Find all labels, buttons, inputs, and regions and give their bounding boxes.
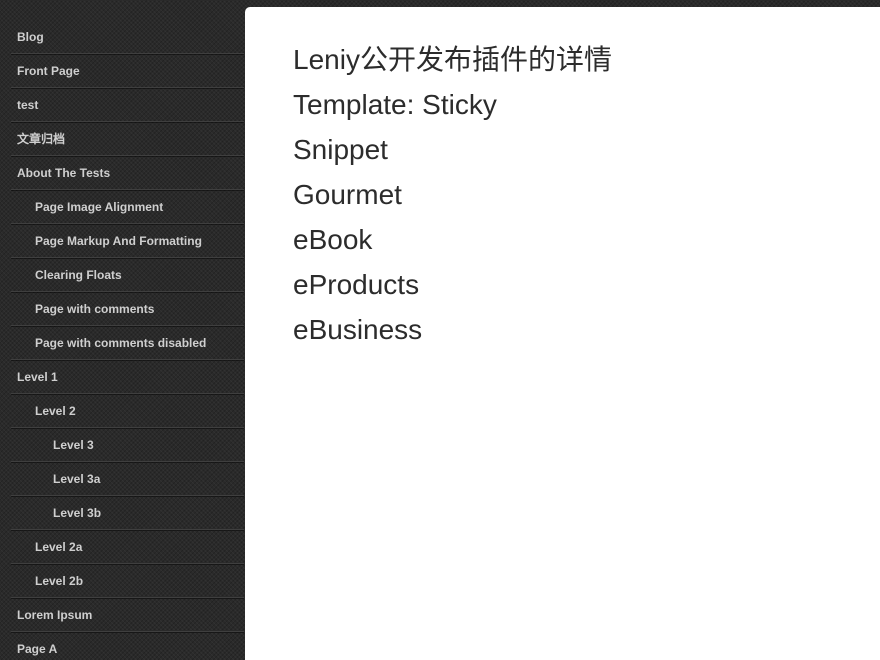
sidebar-item-label: Level 2a <box>35 539 83 554</box>
sidebar-item-lorem-ipsum[interactable]: Lorem Ipsum <box>11 598 244 632</box>
list-item: Template: Sticky <box>293 82 612 127</box>
post-link-template-sticky[interactable]: Template: Sticky <box>293 82 612 127</box>
post-list: Leniy公开发布插件的详情 Template: Sticky Snippet … <box>293 37 612 352</box>
sidebar-item-level-2a[interactable]: Level 2a <box>11 530 244 564</box>
sidebar-item-page-a[interactable]: Page A <box>11 632 244 660</box>
sidebar-item-label: Blog <box>17 29 44 44</box>
sidebar-item-level-1[interactable]: Level 1 <box>11 360 244 394</box>
post-link-eproducts[interactable]: eProducts <box>293 262 612 307</box>
list-item: Leniy公开发布插件的详情 <box>293 37 612 82</box>
sidebar-item-label: About The Tests <box>17 165 111 180</box>
list-item: eBook <box>293 217 612 262</box>
sidebar-nav: Blog Front Page test 文章归档 About The Test… <box>0 20 244 660</box>
sidebar-item-label: Page A <box>17 641 58 656</box>
post-link-gourmet[interactable]: Gourmet <box>293 172 612 217</box>
sidebar-item-level-3b[interactable]: Level 3b <box>11 496 244 530</box>
list-item: Gourmet <box>293 172 612 217</box>
sidebar-item-label: Level 1 <box>17 369 58 384</box>
list-item: eProducts <box>293 262 612 307</box>
main-content: Leniy公开发布插件的详情 Template: Sticky Snippet … <box>245 7 880 660</box>
sidebar-item-test[interactable]: test <box>11 88 244 122</box>
sidebar-item-label: Level 3b <box>53 505 102 520</box>
post-link-ebusiness[interactable]: eBusiness <box>293 307 612 352</box>
sidebar-item-label: Page Image Alignment <box>35 199 164 214</box>
sidebar-menu: Blog Front Page test 文章归档 About The Test… <box>0 20 244 660</box>
list-item: Snippet <box>293 127 612 172</box>
sidebar-item-label: Front Page <box>17 63 80 78</box>
sidebar-item-label: Level 2b <box>35 573 84 588</box>
sidebar-item-front-page[interactable]: Front Page <box>11 54 244 88</box>
post-link-leniy[interactable]: Leniy公开发布插件的详情 <box>293 37 612 82</box>
sidebar-item-level-3[interactable]: Level 3 <box>11 428 244 462</box>
sidebar-item-archive[interactable]: 文章归档 <box>11 122 244 156</box>
sidebar-item-label: test <box>17 97 39 112</box>
sidebar-item-level-2[interactable]: Level 2 <box>11 394 244 428</box>
sidebar-item-blog[interactable]: Blog <box>11 20 244 54</box>
sidebar-item-page-with-comments-disabled[interactable]: Page with comments disabled <box>11 326 244 360</box>
sidebar-item-label: 文章归档 <box>17 132 66 146</box>
sidebar-item-clearing-floats[interactable]: Clearing Floats <box>11 258 244 292</box>
post-link-snippet[interactable]: Snippet <box>293 127 612 172</box>
sidebar-item-label: Page with comments <box>35 301 155 316</box>
sidebar-item-level-3a[interactable]: Level 3a <box>11 462 244 496</box>
sidebar-item-label: Level 2 <box>35 403 76 418</box>
sidebar-item-label: Page Markup And Formatting <box>35 233 202 248</box>
post-link-ebook[interactable]: eBook <box>293 217 612 262</box>
sidebar-item-label: Page with comments disabled <box>35 335 207 350</box>
sidebar-item-page-with-comments[interactable]: Page with comments <box>11 292 244 326</box>
list-item: eBusiness <box>293 307 612 352</box>
sidebar-item-label: Level 3 <box>53 437 94 452</box>
sidebar-item-page-markup-and-formatting[interactable]: Page Markup And Formatting <box>11 224 244 258</box>
sidebar-item-label: Clearing Floats <box>35 267 122 282</box>
sidebar-item-label: Level 3a <box>53 471 101 486</box>
sidebar-item-label: Lorem Ipsum <box>17 607 93 622</box>
sidebar-item-about-the-tests[interactable]: About The Tests <box>11 156 244 190</box>
sidebar-item-page-image-alignment[interactable]: Page Image Alignment <box>11 190 244 224</box>
sidebar-item-level-2b[interactable]: Level 2b <box>11 564 244 598</box>
